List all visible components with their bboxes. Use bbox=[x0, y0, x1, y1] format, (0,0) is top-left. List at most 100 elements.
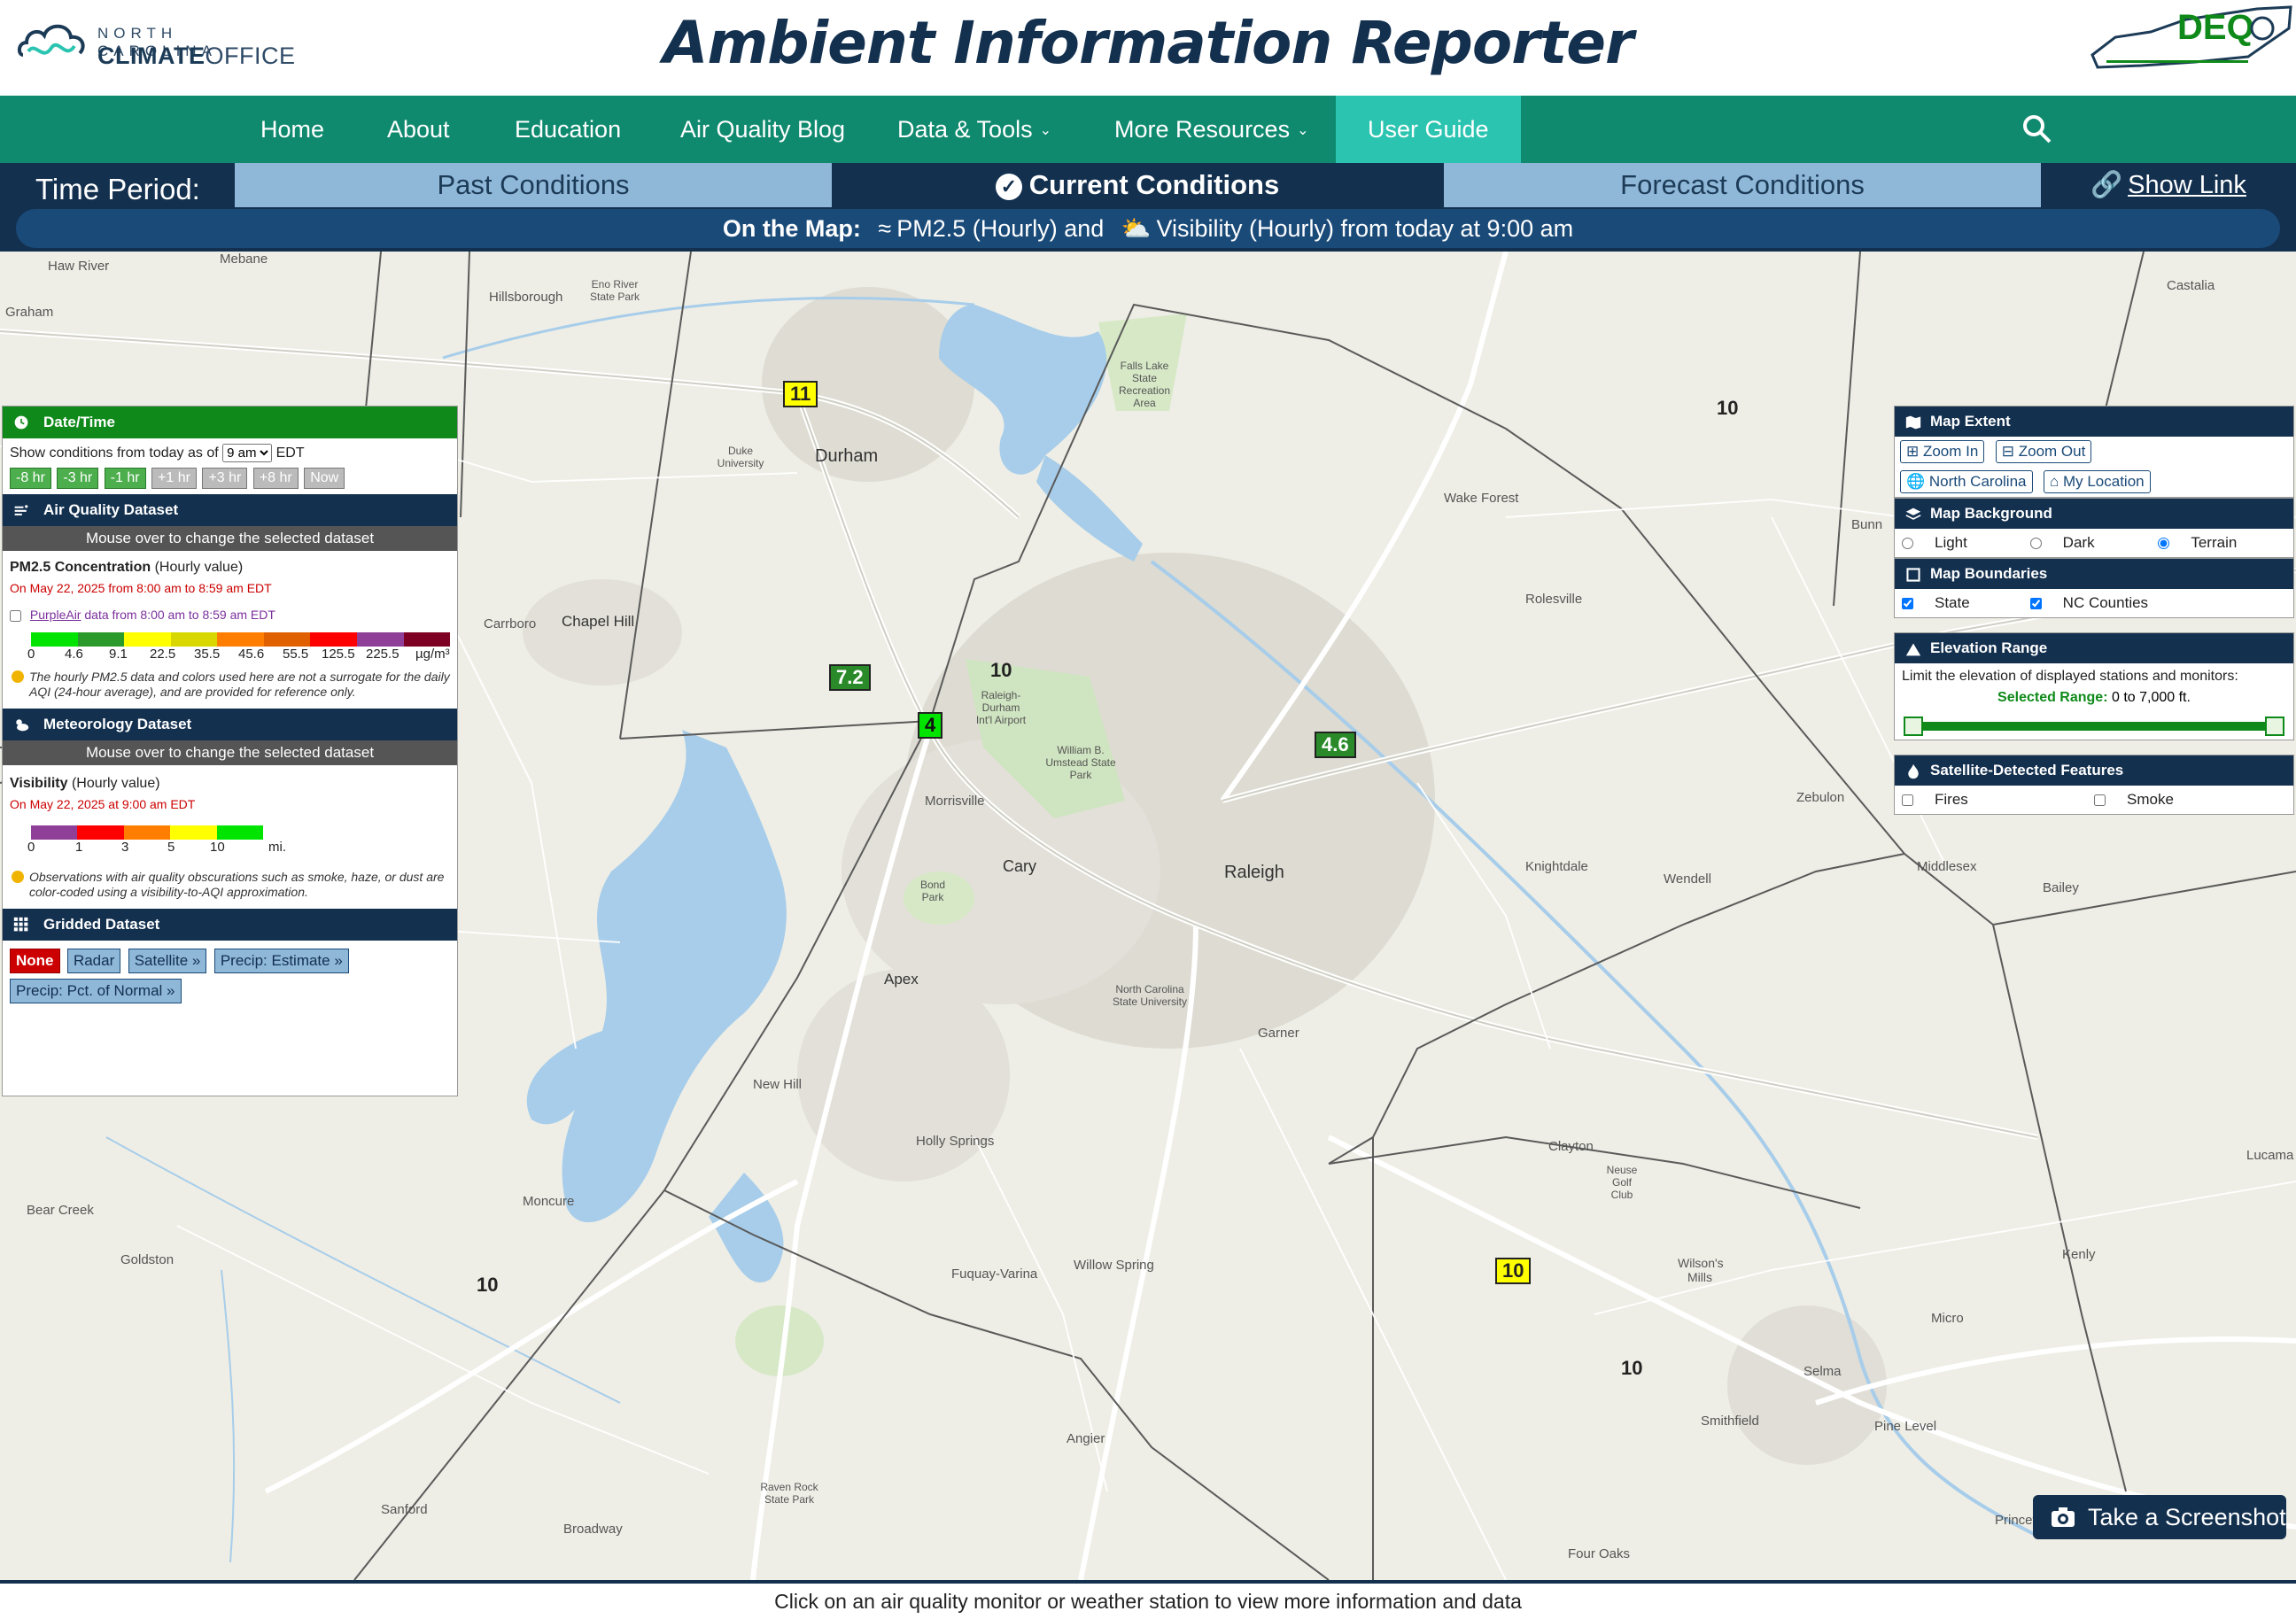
town-label: Holly Springs bbox=[916, 1134, 995, 1149]
pm25-monitor-marker[interactable]: 11 bbox=[783, 381, 818, 407]
town-label: Wilson's Mills bbox=[1678, 1256, 1724, 1284]
wind-particles-icon bbox=[14, 505, 28, 515]
nav-more-resources[interactable]: More Resources ⌄ bbox=[1114, 96, 1308, 163]
elevation-selected: Selected Range: 0 to 7,000 ft. bbox=[1997, 690, 2191, 705]
town-label: Bond Park bbox=[919, 879, 946, 903]
minus-3hr-button[interactable]: -3 hr bbox=[57, 468, 99, 489]
town-label: Clayton bbox=[1548, 1139, 1594, 1154]
nav-air-quality-blog[interactable]: Air Quality Blog bbox=[680, 96, 845, 163]
home-icon: ⌂ bbox=[2049, 473, 2063, 490]
town-label: Broadway bbox=[563, 1522, 623, 1537]
boundary-counties-checkbox[interactable]: NC Counties bbox=[2029, 594, 2286, 612]
aq-dataset-name: PM2.5 Concentration (Hourly value) bbox=[10, 560, 244, 575]
plus-3hr-button[interactable]: +3 hr bbox=[202, 468, 248, 489]
visibility-note: Observations with air quality obscuratio… bbox=[3, 866, 457, 903]
elevation-slider[interactable] bbox=[1904, 709, 2284, 740]
town-label: Zebulon bbox=[1796, 790, 1845, 805]
grid-precip-pct-normal-button[interactable]: Precip: Pct. of Normal » bbox=[10, 979, 182, 1003]
tab-current-conditions[interactable]: ✓ Current Conditions bbox=[839, 163, 1436, 207]
time-step-buttons: -8 hr -3 hr -1 hr +1 hr +3 hr +8 hr Now bbox=[3, 468, 457, 494]
met-dataset-date: On May 22, 2025 at 9:00 am EDT bbox=[10, 797, 196, 811]
show-link[interactable]: 🔗 Show Link bbox=[2090, 163, 2246, 207]
pm25-monitor-marker[interactable]: 7.2 bbox=[829, 664, 871, 691]
boundary-icon bbox=[1906, 568, 1920, 582]
boundary-state-checkbox[interactable]: State bbox=[1902, 594, 2030, 612]
grid-radar-button[interactable]: Radar bbox=[66, 949, 121, 973]
grid-panel-header: Gridded Dataset bbox=[3, 909, 457, 941]
town-label: Haw River bbox=[48, 259, 110, 274]
north-carolina-extent-button[interactable]: 🌐 North Carolina bbox=[1900, 470, 2033, 493]
nav-user-guide[interactable]: User Guide bbox=[1336, 96, 1521, 163]
nav-education[interactable]: Education bbox=[515, 96, 621, 163]
town-label: Garner bbox=[1258, 1026, 1299, 1041]
nc-deq-logo[interactable]: DEQ bbox=[2089, 2, 2294, 74]
search-icon[interactable] bbox=[2021, 113, 2053, 145]
page-title: Ambient Information Reporter bbox=[663, 9, 1633, 77]
map-extent-section: Map Extent ⊞ Zoom In ⊟ Zoom Out 🌐 North … bbox=[1894, 406, 2294, 498]
now-button[interactable]: Now bbox=[304, 468, 345, 489]
datetime-row: Show conditions from today as of 9 am ED… bbox=[3, 438, 457, 468]
visibility-station-label[interactable]: 10 bbox=[1717, 397, 1738, 420]
grid-satellite-button[interactable]: Satellite » bbox=[128, 949, 207, 973]
visibility-station-label[interactable]: 10 bbox=[990, 659, 1012, 682]
plus-1hr-button[interactable]: +1 hr bbox=[151, 468, 197, 489]
layers-icon bbox=[1905, 507, 1921, 520]
town-label: Pine Level bbox=[1874, 1419, 1937, 1434]
purpleair-row: PurpleAir data from 8:00 am to 8:59 am E… bbox=[3, 600, 457, 627]
bg-light-option[interactable]: Light bbox=[1902, 534, 2030, 552]
map-extent-header: Map Extent bbox=[1895, 407, 2293, 437]
town-label-apex: Apex bbox=[884, 971, 919, 988]
nav-about[interactable]: About bbox=[387, 96, 450, 163]
met-dataset-subbar[interactable]: Mouse over to change the selected datase… bbox=[3, 740, 457, 765]
purpleair-link[interactable]: PurpleAir bbox=[30, 608, 81, 622]
slider-max-handle[interactable] bbox=[2265, 717, 2284, 736]
zoom-out-button[interactable]: ⊟ Zoom Out bbox=[1995, 440, 2092, 463]
bg-dark-option[interactable]: Dark bbox=[2029, 534, 2159, 552]
smoke-checkbox[interactable]: Smoke bbox=[2094, 791, 2286, 809]
minus-8hr-button[interactable]: -8 hr bbox=[10, 468, 51, 489]
town-label: Carrboro bbox=[484, 616, 537, 631]
pm25-monitor-marker[interactable]: 4.6 bbox=[1315, 732, 1356, 758]
purpleair-checkbox[interactable] bbox=[10, 609, 21, 622]
tab-past-conditions[interactable]: Past Conditions bbox=[235, 163, 832, 207]
visibility-station-label[interactable]: 10 bbox=[1621, 1357, 1642, 1380]
my-location-button[interactable]: ⌂ My Location bbox=[2043, 470, 2151, 493]
town-label: Graham bbox=[5, 305, 54, 320]
town-label: Wendell bbox=[1664, 871, 1711, 887]
satellite-header: Satellite-Detected Features bbox=[1895, 755, 2293, 786]
bg-terrain-option[interactable]: Terrain bbox=[2158, 534, 2286, 552]
camera-icon bbox=[2052, 1507, 2075, 1527]
map-icon bbox=[1905, 415, 1921, 430]
time-period-label: Time Period: bbox=[35, 173, 200, 205]
clock-icon bbox=[14, 415, 28, 430]
town-label: Lucama bbox=[2246, 1148, 2294, 1163]
visibility-station-label[interactable]: 10 bbox=[477, 1274, 498, 1297]
tab-forecast-conditions[interactable]: Forecast Conditions bbox=[1444, 163, 2041, 207]
satellite-section: Satellite-Detected Features Fires Smoke bbox=[1894, 755, 2294, 815]
town-label: William B. Umstead State Park bbox=[1045, 744, 1116, 781]
fires-checkbox[interactable]: Fires bbox=[1902, 791, 2094, 809]
info-icon bbox=[12, 871, 24, 883]
info-icon bbox=[12, 670, 24, 683]
pm25-monitor-marker[interactable]: 4 bbox=[918, 712, 943, 739]
grid-icon bbox=[13, 917, 28, 932]
zoom-in-button[interactable]: ⊞ Zoom In bbox=[1900, 440, 1985, 463]
minus-1hr-button[interactable]: -1 hr bbox=[104, 468, 146, 489]
pm25-monitor-marker[interactable]: 10 bbox=[1495, 1258, 1532, 1284]
footer-hint: Click on an air quality monitor or weath… bbox=[0, 1580, 2296, 1619]
cloud-sun-icon: ⛅ bbox=[1121, 215, 1152, 242]
met-panel-header: Meteorology Dataset bbox=[3, 709, 457, 740]
main-nav: Home About Education Air Quality Blog Da… bbox=[0, 96, 2296, 163]
town-label: Middlesex bbox=[1917, 859, 1977, 874]
grid-precip-estimate-button[interactable]: Precip: Estimate » bbox=[213, 949, 349, 973]
hour-select[interactable]: 9 am bbox=[222, 444, 273, 462]
aq-dataset-subbar[interactable]: Mouse over to change the selected datase… bbox=[3, 526, 457, 551]
nav-home[interactable]: Home bbox=[260, 96, 324, 163]
grid-none-button[interactable]: None bbox=[10, 949, 60, 973]
take-screenshot-button[interactable]: Take a Screenshot bbox=[2033, 1495, 2286, 1539]
plus-8hr-button[interactable]: +8 hr bbox=[252, 468, 299, 489]
nav-data-tools[interactable]: Data & Tools ⌄ bbox=[897, 96, 1051, 163]
time-period-bar: Time Period: Past Conditions ✓ Current Co… bbox=[0, 163, 2296, 252]
slider-min-handle[interactable] bbox=[1904, 717, 1923, 736]
left-control-panel: Date/Time Show conditions from today as … bbox=[2, 406, 458, 1096]
